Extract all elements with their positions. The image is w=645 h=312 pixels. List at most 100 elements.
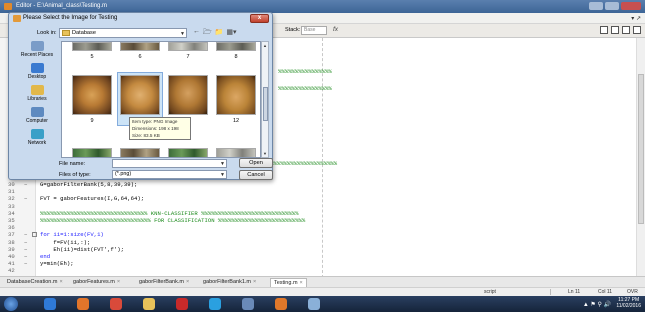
code-line[interactable]: 37− − for ii=1:size(FV,1) <box>0 231 330 238</box>
opera-icon[interactable] <box>176 298 188 310</box>
firefox-icon[interactable] <box>77 298 89 310</box>
chevron-down-icon[interactable]: ▼ <box>220 171 225 179</box>
breakpoint-marker[interactable]: − <box>24 181 27 188</box>
tab-gaborfilterbank-m[interactable]: gaborFilterBank.m × <box>136 278 192 287</box>
close-tab-icon[interactable]: × <box>300 280 303 286</box>
dialog-close-button[interactable]: x <box>250 14 269 23</box>
image-thumbnail[interactable] <box>168 148 208 157</box>
tray-icons[interactable]: ▲ ⚑ ⚲ 🔊 <box>583 301 611 308</box>
image-thumbnail[interactable] <box>120 148 160 157</box>
editor-scroll-thumb[interactable] <box>638 74 644 224</box>
breakpoint-marker[interactable]: − <box>24 239 27 246</box>
close-tab-icon[interactable]: × <box>186 279 189 285</box>
file-pane-scrollbar[interactable]: ▲ ▼ <box>261 41 269 158</box>
lion-image-thumbnail[interactable] <box>72 75 112 115</box>
files-of-type-select[interactable]: (*.png) ▼ <box>112 170 227 179</box>
code-line[interactable]: 32− FVT = gaborFeatures(I,G,64,64); <box>0 195 330 202</box>
paint-icon[interactable] <box>308 298 320 310</box>
place-desktop[interactable]: Desktop <box>15 63 59 80</box>
code-line[interactable]: 39− Eh(ii)=dist(FVT',f'); <box>0 246 330 253</box>
image-thumbnail[interactable] <box>120 42 160 51</box>
tab-testing-m[interactable]: Testing.m × <box>270 278 307 287</box>
place-computer[interactable]: Computer <box>15 107 59 124</box>
code-line[interactable]: 36 <box>0 224 330 231</box>
status-overwrite: OVR <box>627 289 638 295</box>
lion-image-thumbnail[interactable] <box>168 75 208 115</box>
image-thumbnail[interactable] <box>216 148 256 157</box>
view-menu-icon[interactable]: ▦▾ <box>226 28 236 39</box>
chevron-down-icon[interactable]: ▼ <box>220 160 225 168</box>
up-folder-icon[interactable]: 🗁 <box>203 28 212 39</box>
editor-scrollbar[interactable] <box>636 38 645 278</box>
code-line[interactable]: 34 %%%%%%%%%%%%%%%%%%%%%%%%%%%%%%%% KNN-C… <box>0 210 330 217</box>
stack-select[interactable]: Base <box>301 26 327 35</box>
scroll-down-icon[interactable]: ▼ <box>263 151 267 156</box>
system-clock[interactable]: 11:27 PM 11/02/2016 <box>616 297 641 309</box>
clock-date: 11/02/2016 <box>616 303 641 309</box>
back-icon[interactable]: ← <box>193 28 200 39</box>
thumbnail-label: 12 <box>232 118 240 124</box>
close-tab-icon[interactable]: × <box>253 279 256 285</box>
layout-split-icon[interactable] <box>611 26 619 34</box>
image-thumbnail[interactable] <box>216 42 256 51</box>
dialog-title: Please Select the Image for Testing <box>23 15 118 21</box>
place-libraries[interactable]: Libraries <box>15 85 59 102</box>
close-window-button[interactable] <box>621 2 641 10</box>
code-line[interactable]: 41− y=min(Eh); <box>0 260 330 267</box>
tab-gaborfeatures-m[interactable]: gaborFeatures.m × <box>70 278 123 287</box>
start-button[interactable] <box>4 297 18 311</box>
code-line[interactable]: 42 <box>0 267 330 274</box>
function-browser-icon[interactable]: fx <box>333 26 338 33</box>
code-line[interactable]: 40− end <box>0 253 330 260</box>
network-icon <box>30 129 44 139</box>
breakpoint-marker[interactable]: − <box>24 195 27 202</box>
close-tab-icon[interactable]: × <box>59 279 62 285</box>
minimize-button[interactable] <box>589 2 603 10</box>
open-button[interactable]: Open <box>239 158 273 168</box>
place-network[interactable]: Network <box>15 129 59 146</box>
maximize-button[interactable] <box>605 2 619 10</box>
breakpoint-marker[interactable]: − <box>24 231 27 238</box>
tab-gaborfilterbank1-m[interactable]: gaborFilterBank1.m × <box>200 278 259 287</box>
tab-label: Testing.m <box>274 280 298 286</box>
file-pane-scroll-thumb[interactable] <box>263 87 268 121</box>
lion-image-thumbnail[interactable] <box>216 75 256 115</box>
new-folder-icon[interactable]: 📁 <box>215 28 224 39</box>
code-line[interactable]: 38− f=FV(ii,:); <box>0 239 330 246</box>
code-line[interactable]: 31 <box>0 188 330 195</box>
breakpoint-marker[interactable]: − <box>24 246 27 253</box>
windows-explorer-icon[interactable] <box>242 298 254 310</box>
comment-fragment: %%%%%%%%%%%%%%%%%%%% <box>270 160 338 167</box>
places-sidebar: Recent Places Desktop Libraries Computer Net… <box>15 41 59 157</box>
open-file-dialog: Please Select the Image for Testing x Lo… <box>8 12 273 180</box>
fold-toggle-icon[interactable]: − <box>32 232 37 238</box>
image-thumbnail[interactable] <box>72 42 112 51</box>
code-line[interactable]: 30− G=gaborFilterBank(5,8,39,39); <box>0 181 330 188</box>
matlab-icon[interactable] <box>275 298 287 310</box>
code-line[interactable]: 33 <box>0 203 330 210</box>
explorer-icon[interactable] <box>143 298 155 310</box>
look-in-select[interactable]: Database ▼ <box>59 28 187 38</box>
breakpoint-marker[interactable]: − <box>24 253 27 260</box>
image-thumbnail[interactable] <box>168 42 208 51</box>
code-line[interactable]: 35 %%%%%%%%%%%%%%%%%%%%%%%%%%%%%%%%% FOR … <box>0 217 330 224</box>
breakpoint-marker[interactable]: − <box>24 260 27 267</box>
layout-single-icon[interactable] <box>600 26 608 34</box>
line-number: 34 <box>8 209 15 217</box>
scroll-up-icon[interactable]: ▲ <box>263 43 267 48</box>
layout-vertical-icon[interactable] <box>622 26 630 34</box>
ie-icon[interactable] <box>44 298 56 310</box>
file-list-pane[interactable]: 5 6 7 8 9 10 11 12 <box>61 41 261 158</box>
cancel-button[interactable]: Cancel <box>239 170 273 180</box>
tab-databasecreation-m[interactable]: DatabaseCreation.m × <box>4 278 66 287</box>
layout-float-icon[interactable] <box>633 26 641 34</box>
lion-image-thumbnail[interactable] <box>120 75 160 115</box>
chrome-icon[interactable] <box>110 298 122 310</box>
skype-icon[interactable] <box>209 298 221 310</box>
status-bar: script Ln 11 Col 11 OVR <box>0 287 645 296</box>
undock-arrows-icon[interactable]: ▾ ↗ <box>631 15 641 22</box>
place-recent-places[interactable]: Recent Places <box>15 41 59 58</box>
file-name-input[interactable]: ▼ <box>112 159 227 168</box>
image-thumbnail[interactable] <box>72 148 112 157</box>
close-tab-icon[interactable]: × <box>117 279 120 285</box>
